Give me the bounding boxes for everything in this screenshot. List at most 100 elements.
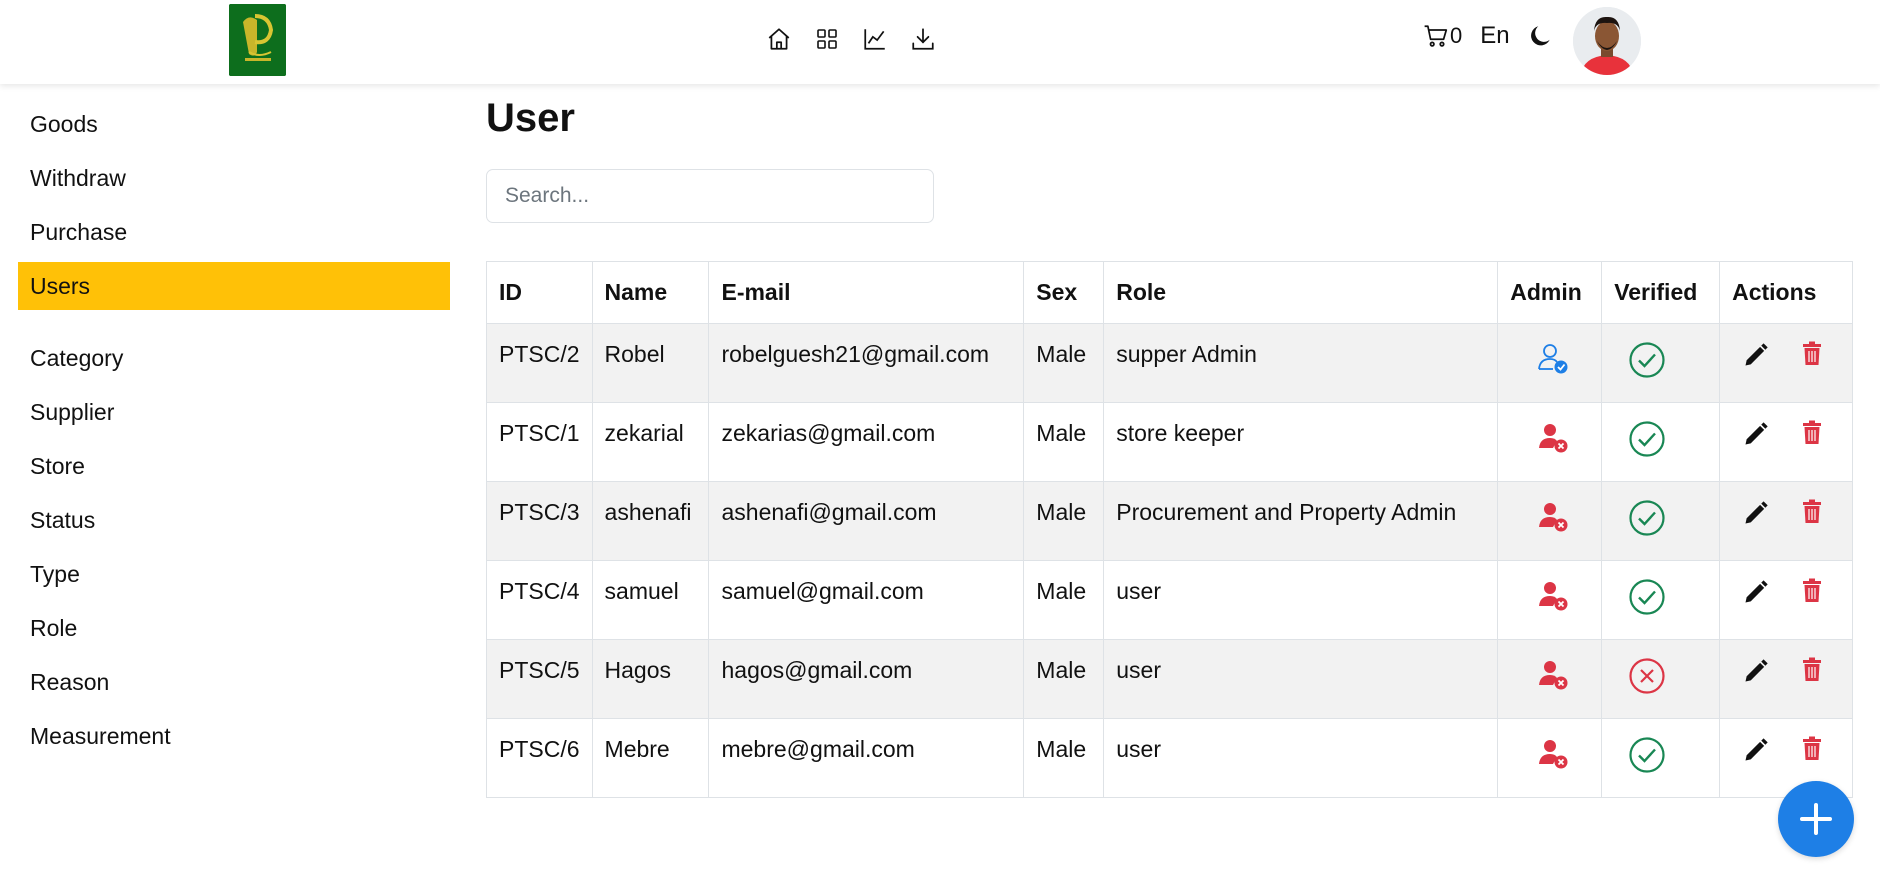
delete-icon[interactable] [1800, 657, 1824, 685]
company-logo[interactable] [229, 4, 286, 76]
delete-icon[interactable] [1800, 420, 1824, 448]
cell-admin [1497, 323, 1603, 403]
delete-icon[interactable] [1800, 578, 1824, 606]
sidebar-item-category[interactable]: Category [18, 334, 450, 382]
sidebar-item-measurement[interactable]: Measurement [18, 712, 450, 760]
verified-check-icon [1614, 420, 1707, 458]
chart-line-icon[interactable] [862, 26, 888, 52]
cell-verified [1601, 402, 1721, 482]
cell-role: Procurement and Property Admin [1103, 481, 1499, 561]
verified-check-icon [1614, 499, 1707, 537]
cell-name: Mebre [591, 718, 710, 798]
cell-sex: Male [1023, 560, 1105, 640]
edit-icon[interactable] [1742, 499, 1770, 527]
cell-verified [1601, 560, 1721, 640]
sidebar-item-reason[interactable]: Reason [18, 658, 450, 706]
cart-button[interactable]: 0 [1422, 23, 1462, 49]
cell-id: PTSC/2 [486, 323, 593, 403]
cell-sex: Male [1023, 481, 1105, 561]
sidebar-item-type[interactable]: Type [18, 550, 450, 598]
sidebar-item-role[interactable]: Role [18, 604, 450, 652]
sidebar-item-users[interactable]: Users [18, 262, 450, 310]
cell-id: PTSC/1 [486, 402, 593, 482]
table-row: PTSC/1 zekarial zekarias@gmail.com Male stor… [486, 402, 1853, 482]
plus-icon [1796, 799, 1836, 839]
cell-admin [1497, 402, 1603, 482]
cell-admin [1497, 718, 1603, 798]
cell-email: robelguesh21@gmail.com [708, 323, 1025, 403]
cell-email: zekarias@gmail.com [708, 402, 1025, 482]
cell-email: ashenafi@gmail.com [708, 481, 1025, 561]
cell-sex: Male [1023, 323, 1105, 403]
admin-check-icon[interactable] [1510, 341, 1589, 375]
add-user-button[interactable] [1778, 781, 1854, 857]
cell-sex: Male [1023, 639, 1105, 719]
delete-icon[interactable] [1800, 499, 1824, 527]
column-header-sex: Sex [1023, 261, 1105, 324]
cell-email: samuel@gmail.com [708, 560, 1025, 640]
table-row: PTSC/2 Robel robelguesh21@gmail.com Male sup… [486, 323, 1853, 403]
table-row: PTSC/5 Hagos hagos@gmail.com Male user [486, 639, 1853, 719]
moon-icon[interactable] [1528, 23, 1554, 49]
cell-id: PTSC/5 [486, 639, 593, 719]
delete-icon[interactable] [1800, 736, 1824, 764]
cell-actions [1719, 323, 1853, 403]
cell-role: store keeper [1103, 402, 1499, 482]
edit-icon[interactable] [1742, 341, 1770, 369]
grid-icon[interactable] [814, 26, 840, 52]
cell-role: user [1103, 718, 1499, 798]
admin-remove-icon[interactable] [1510, 499, 1589, 533]
admin-remove-icon[interactable] [1510, 657, 1589, 691]
edit-icon[interactable] [1742, 657, 1770, 685]
admin-remove-icon[interactable] [1510, 420, 1589, 454]
home-icon[interactable] [766, 26, 792, 52]
sidebar-divider [18, 316, 450, 334]
admin-remove-icon[interactable] [1510, 578, 1589, 612]
download-icon[interactable] [910, 26, 936, 52]
cell-actions [1719, 402, 1853, 482]
page-title: User [486, 96, 575, 140]
cell-email: mebre@gmail.com [708, 718, 1025, 798]
verified-x-icon [1614, 657, 1707, 695]
sidebar-item-status[interactable]: Status [18, 496, 450, 544]
edit-icon[interactable] [1742, 578, 1770, 606]
edit-icon[interactable] [1742, 420, 1770, 448]
cell-actions [1719, 481, 1853, 561]
cell-email: hagos@gmail.com [708, 639, 1025, 719]
verified-check-icon [1614, 736, 1707, 774]
language-switch[interactable]: En [1480, 22, 1509, 50]
user-avatar[interactable] [1573, 7, 1641, 75]
cell-verified [1601, 639, 1721, 719]
users-table: ID Name E-mail Sex Role Admin Verified A… [486, 261, 1853, 798]
sidebar-item-goods[interactable]: Goods [18, 100, 450, 148]
cell-name: Robel [591, 323, 710, 403]
cell-admin [1497, 639, 1603, 719]
table-row: PTSC/4 samuel samuel@gmail.com Male user [486, 560, 1853, 640]
search-input[interactable] [486, 169, 934, 223]
top-navbar: 0 En [0, 0, 1880, 84]
cell-name: zekarial [591, 402, 710, 482]
cart-icon [1423, 23, 1449, 49]
sidebar-item-store[interactable]: Store [18, 442, 450, 490]
cell-verified [1601, 481, 1721, 561]
table-row: PTSC/6 Mebre mebre@gmail.com Male user [486, 718, 1853, 798]
cell-role: user [1103, 639, 1499, 719]
verified-check-icon [1614, 578, 1707, 616]
column-header-email: E-mail [708, 261, 1025, 324]
cell-role: supper Admin [1103, 323, 1499, 403]
cell-name: ashenafi [591, 481, 710, 561]
cell-role: user [1103, 560, 1499, 640]
sidebar-item-purchase[interactable]: Purchase [18, 208, 450, 256]
cell-admin [1497, 481, 1603, 561]
column-header-name: Name [591, 261, 710, 324]
admin-remove-icon[interactable] [1510, 736, 1589, 770]
sidebar-item-supplier[interactable]: Supplier [18, 388, 450, 436]
sidebar-item-withdraw[interactable]: Withdraw [18, 154, 450, 202]
column-header-verified: Verified [1601, 261, 1721, 324]
cell-actions [1719, 560, 1853, 640]
main-nav [766, 26, 936, 52]
cell-name: samuel [591, 560, 710, 640]
edit-icon[interactable] [1742, 736, 1770, 764]
cell-name: Hagos [591, 639, 710, 719]
delete-icon[interactable] [1800, 341, 1824, 369]
